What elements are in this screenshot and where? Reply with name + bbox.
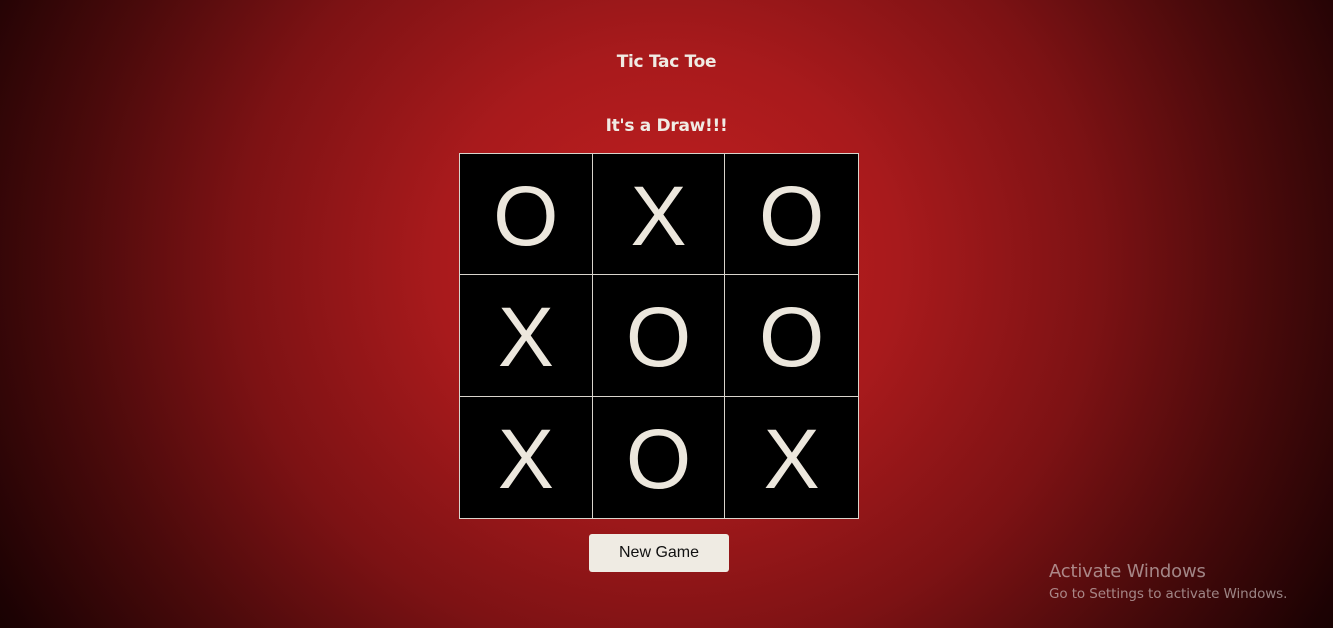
board-cell-1-3[interactable]: O — [725, 154, 858, 276]
board-cell-2-3[interactable]: O — [725, 275, 858, 397]
board-cell-2-1[interactable]: X — [460, 275, 593, 397]
game-title: Tic Tac Toe — [616, 52, 717, 72]
board-cell-3-1[interactable]: X — [460, 396, 593, 518]
watermark-title: Activate Windows — [1049, 561, 1206, 582]
board-cell-1-1[interactable]: O — [460, 154, 593, 276]
board-cell-3-2[interactable]: O — [592, 396, 726, 518]
board-cell-2-2[interactable]: O — [592, 275, 726, 397]
watermark-subtitle: Go to Settings to activate Windows. — [1049, 586, 1288, 602]
activate-windows-watermark: Activate Windows Go to Settings to activ… — [1049, 561, 1287, 602]
new-game-button[interactable]: New Game — [589, 534, 729, 572]
board-cell-3-3[interactable]: X — [725, 396, 858, 518]
board-cell-1-2[interactable]: X — [592, 154, 726, 276]
game-board: O X O X O O X O X — [459, 153, 859, 519]
game-status: It's a Draw!!! — [605, 116, 728, 136]
